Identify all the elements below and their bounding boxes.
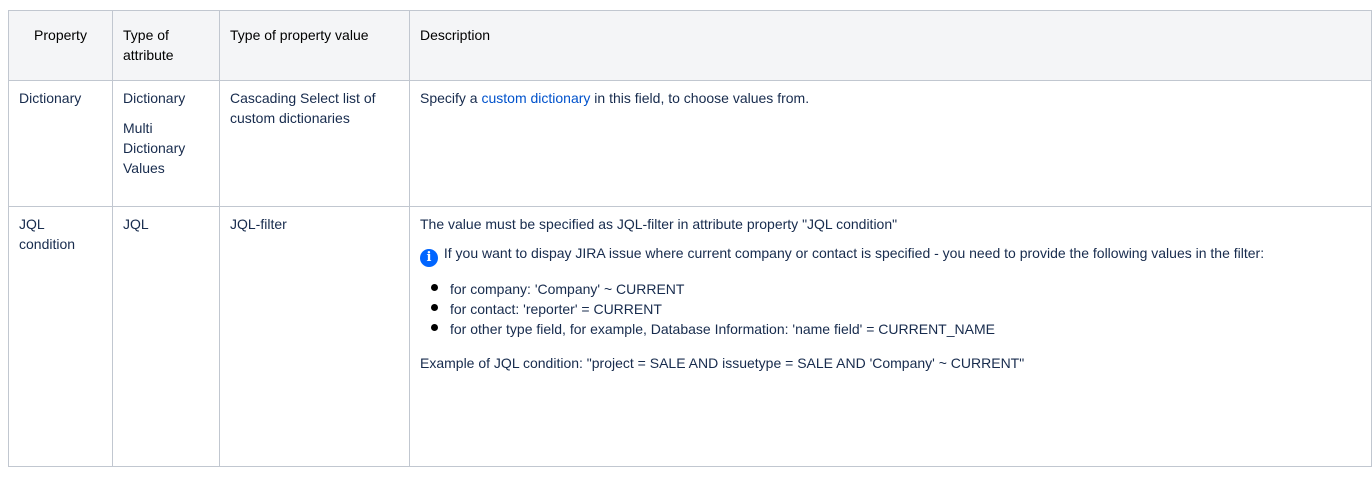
cell-description: The value must be specified as JQL-filte…: [409, 206, 1372, 467]
attribute-type: JQL: [123, 216, 149, 232]
list-item: for contact: 'reporter' = CURRENT: [431, 299, 1361, 319]
description-text: The value must be specified as JQL-filte…: [420, 216, 898, 232]
cell-type-of-property-value: Cascading Select list of custom dictiona…: [219, 80, 410, 207]
cell-property: Dictionary: [8, 80, 113, 207]
cell-type-of-attribute: Dictionary Multi Dictionary Values: [112, 80, 220, 207]
cell-type-of-property-value: JQL-filter: [219, 206, 410, 467]
header-property: Property: [8, 10, 113, 81]
header-type-of-property-value: Type of property value: [219, 10, 410, 81]
cell-property: JQL condition: [8, 206, 113, 467]
table-row: JQL condition JQL JQL-filter The value m…: [8, 206, 1372, 467]
header-type-of-attribute: Type of attribute: [112, 10, 220, 81]
attribute-type: Dictionary: [123, 90, 186, 106]
header-row: Property Type of attribute Type of prope…: [8, 10, 1372, 81]
bullet-list: for company: 'Company' ~ CURRENT for con…: [420, 279, 1361, 339]
attribute-type: Multi Dictionary Values: [123, 120, 186, 176]
description-text: in this field, to choose values from.: [590, 90, 810, 106]
description-text: Specify a: [420, 90, 482, 106]
cell-type-of-attribute: JQL: [112, 206, 220, 467]
info-text: If you want to dispay JIRA issue where c…: [443, 245, 1265, 261]
custom-dictionary-link[interactable]: custom dictionary: [481, 90, 590, 106]
table-row: Dictionary Dictionary Multi Dictionary V…: [8, 80, 1372, 207]
example-text: Example of JQL condition: "project = SAL…: [420, 355, 1025, 371]
properties-table: Property Type of attribute Type of prope…: [8, 10, 1372, 467]
list-item: for company: 'Company' ~ CURRENT: [431, 279, 1361, 299]
cell-description: Specify a custom dictionary in this fiel…: [409, 80, 1372, 207]
info-icon: i: [420, 249, 438, 267]
header-description: Description: [409, 10, 1372, 81]
info-panel: i If you want to dispay JIRA issue where…: [420, 243, 1361, 267]
list-item: for other type field, for example, Datab…: [431, 319, 1361, 339]
